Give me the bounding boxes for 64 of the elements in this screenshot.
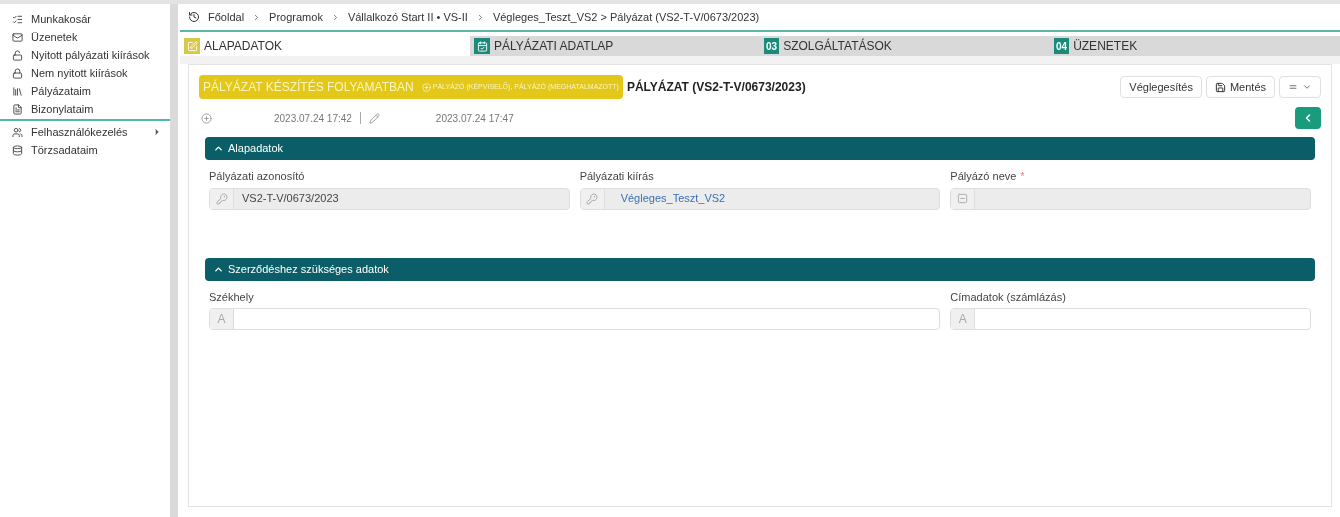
section-title: Alapadatok <box>228 141 284 157</box>
status-label: PÁLYÁZAT KÉSZÍTÉS FOLYAMATBAN <box>203 78 414 96</box>
square-icon <box>957 193 969 204</box>
field-label: Pályázati kiírás <box>579 169 654 184</box>
created-icon <box>201 112 212 124</box>
menu-icon <box>1288 82 1298 92</box>
document-icon <box>12 104 23 115</box>
input-field[interactable] <box>950 187 1311 210</box>
tab-number: 04 <box>1054 38 1070 54</box>
tab[interactable]: ALAPADATOK <box>204 40 283 52</box>
required-mark: * <box>1020 169 1025 184</box>
field-value: VS2-T-V/0673/2023 <box>242 191 339 207</box>
sidebar-item[interactable]: Munkakosár <box>31 10 91 28</box>
tab[interactable]: PÁLYÁZATI ADATLAP <box>494 40 614 52</box>
caret-icon <box>1302 82 1312 92</box>
sidebar-item[interactable]: Pályázataim <box>31 82 91 100</box>
section-title: Szerződéshez szükséges adatok <box>228 261 389 277</box>
calendar-icon <box>474 38 490 54</box>
padlock-icon <box>12 67 23 79</box>
tab[interactable]: SZOLGÁLTATÁSOK <box>783 40 892 52</box>
list-icon <box>12 13 23 25</box>
input-field[interactable]: VS2-T-V/0673/2023 <box>209 187 570 210</box>
field-label: Címadatok (számlázás) <box>950 289 1066 305</box>
collapse-icon <box>213 143 224 154</box>
save-icon <box>1214 81 1226 93</box>
sidebar-item[interactable]: Felhasználókezelés <box>31 123 128 141</box>
finalize-button[interactable]: Véglegesítés <box>1120 76 1202 98</box>
key-icon <box>586 192 599 205</box>
field-link[interactable]: Végleges_Teszt_VS2 <box>620 190 726 207</box>
breadcrumb-link[interactable]: Vállalkozó Start II • VS-II <box>347 8 468 26</box>
field-label: Pályázati azonosító <box>209 169 305 184</box>
sidebar-item[interactable]: Törzsadataim <box>31 141 98 159</box>
menu-dropdown-button[interactable] <box>1279 76 1321 98</box>
add-icon <box>421 82 431 92</box>
unlocked-padlock-icon <box>12 49 23 61</box>
breadcrumb-link[interactable]: Főoldal <box>208 8 245 26</box>
tab[interactable]: ÜZENETEK <box>1073 40 1138 52</box>
text-type-icon: A <box>217 310 226 328</box>
section-header[interactable]: Szerződéshez szükséges adatok <box>205 257 1315 281</box>
created-date: 2023.07.24 17:42 <box>274 111 352 126</box>
tab-number: 03 <box>764 38 780 54</box>
modified-date: 2023.07.24 17:47 <box>435 111 514 126</box>
sidebar-item[interactable]: Nyitott pályázati kiírások <box>31 46 150 64</box>
sidebar-item[interactable]: Bizonylataim <box>31 101 94 118</box>
pencil-icon <box>368 112 380 124</box>
save-button[interactable]: Mentés <box>1205 76 1275 98</box>
input-field[interactable]: Végleges_Teszt_VS2 <box>579 187 941 210</box>
breadcrumb-link[interactable]: Programok <box>269 8 323 26</box>
mail-icon <box>12 31 23 43</box>
history-icon <box>188 11 200 23</box>
users-icon <box>12 126 23 138</box>
books-icon <box>12 85 23 97</box>
back-button[interactable] <box>1295 107 1321 129</box>
text-type-icon: A <box>958 310 967 328</box>
field-label: Pályázó neve <box>950 169 1017 184</box>
key-icon <box>215 192 228 205</box>
sidebar-item[interactable]: Nem nyitott kiírások <box>31 64 128 82</box>
application-title: PÁLYÁZAT (VS2-T-V/0673/2023) <box>626 78 806 96</box>
sidebar-splitter[interactable] <box>170 4 178 517</box>
section-header[interactable]: Alapadatok <box>205 137 1315 160</box>
field-label: Székhely <box>209 289 254 305</box>
sidebar-item[interactable]: Üzenetek <box>31 28 78 46</box>
breadcrumb-link[interactable]: Végleges_Teszt_VS2 > Pályázat (VS2-T-V/0673/2023) <box>492 8 760 26</box>
database-icon <box>12 144 23 156</box>
